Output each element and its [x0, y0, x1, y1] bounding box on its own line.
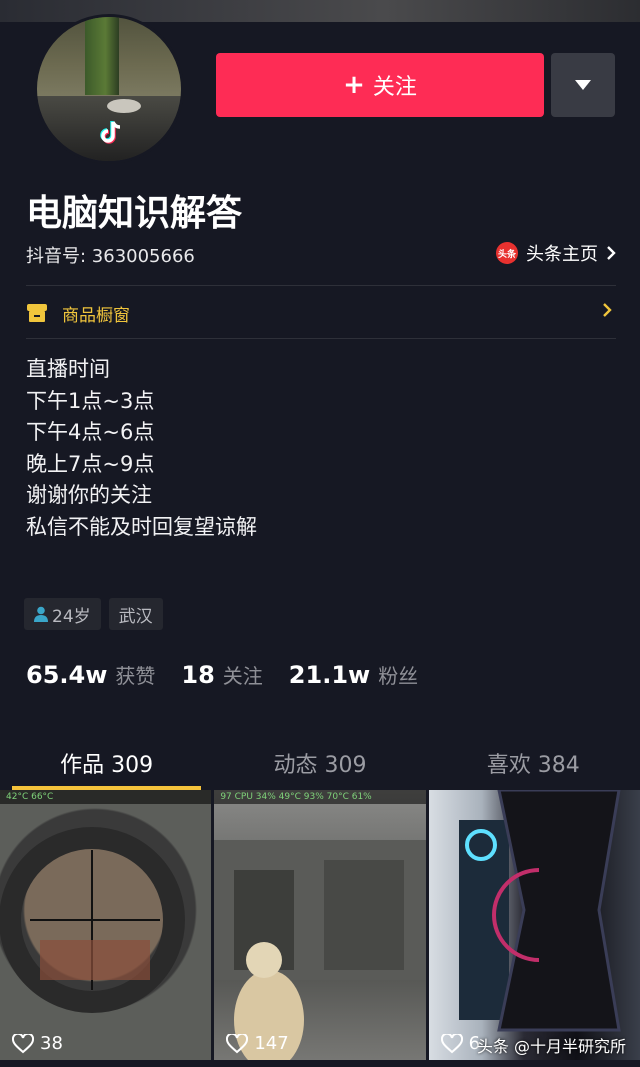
video-likes: 6 [440, 1033, 480, 1054]
video-thumbnail[interactable]: 42°C 66°C 38 [0, 790, 212, 1060]
toutiao-homepage-link[interactable]: 头条 头条主页 [496, 240, 616, 266]
stat-number: 21.1w [288, 661, 371, 689]
video-thumbnail[interactable]: 97 CPU 34% 49°C 93% 70°C 61% 147 [214, 790, 426, 1060]
stat-likes[interactable]: 65.4w 获赞 [26, 660, 155, 689]
divider [26, 285, 616, 286]
follow-button[interactable]: + 关注 [216, 53, 544, 117]
heart-icon [440, 1033, 463, 1053]
likes-count: 147 [254, 1033, 289, 1054]
age-tag: 24岁 [24, 598, 101, 630]
product-showcase-row[interactable]: 商品橱窗 [26, 290, 616, 336]
person-icon [34, 606, 48, 622]
divider [26, 338, 616, 339]
scope-crosshair-graphic [0, 827, 185, 1013]
tab-works[interactable]: 作品 309 [0, 736, 213, 790]
heart-icon [226, 1033, 249, 1053]
game-scene-graphic [214, 840, 426, 1060]
bio-line: 下午4点~6点 [26, 420, 155, 444]
bio-line: 下午1点~3点 [26, 388, 155, 413]
city-tag: 武汉 [108, 598, 163, 630]
bio-line: 直播时间 [26, 357, 110, 381]
profile-tags: 24岁 武汉 [24, 598, 163, 630]
triangle-down-icon [575, 80, 591, 90]
bio-line: 私信不能及时回复望谅解 [26, 514, 257, 539]
tab-posts[interactable]: 动态 309 [213, 736, 426, 790]
pc-case-graphic [458, 790, 621, 1032]
bio-line: 晚上7点~9点 [26, 451, 155, 476]
more-dropdown-button[interactable] [551, 53, 615, 117]
chevron-right-icon [607, 246, 616, 260]
stat-label: 粉丝 [378, 664, 419, 688]
bio-line: 谢谢你的关注 [26, 483, 152, 507]
stat-label: 关注 [222, 664, 263, 688]
douyin-id: 抖音号: 363005666 [26, 246, 195, 267]
video-likes: 38 [12, 1033, 63, 1054]
tab-liked[interactable]: 喜欢 384 [427, 736, 640, 790]
heart-icon [12, 1033, 34, 1053]
toutiao-link-label: 头条主页 [526, 244, 598, 265]
video-thumbnail[interactable]: 6 [428, 790, 640, 1060]
product-showcase-label: 商品橱窗 [62, 305, 130, 326]
profile-tabs: 作品 309 动态 309 喜欢 384 [0, 736, 640, 790]
city-label: 武汉 [118, 606, 153, 627]
profile-bio: 直播时间 下午1点~3点 下午4点~6点 晚上7点~9点 谢谢你的关注 私信不能… [26, 354, 257, 543]
stat-following[interactable]: 18 关注 [181, 660, 262, 689]
stat-label: 获赞 [115, 664, 156, 688]
avatar-pillar [85, 17, 119, 95]
age-label: 24岁 [52, 606, 91, 627]
video-grid: 42°C 66°C 38 97 CPU 34% 49°C 93% 70°C 61… [0, 790, 640, 1060]
stat-number: 18 [181, 661, 215, 689]
plus-icon: + [343, 70, 365, 100]
follow-label: 关注 [372, 75, 417, 100]
chevron-right-icon [603, 303, 612, 317]
watermark: 头条 @十月半研究所 [476, 1037, 626, 1056]
toutiao-badge-icon: 头条 [496, 242, 518, 264]
profile-nickname: 电脑知识解答 [26, 193, 243, 234]
tiktok-logo-icon [100, 121, 121, 144]
stat-followers[interactable]: 21.1w 粉丝 [289, 660, 418, 689]
avatar-cat [107, 99, 141, 113]
shop-icon [27, 304, 47, 322]
profile-stats: 65.4w 获赞 18 关注 21.1w 粉丝 [26, 660, 444, 689]
stat-number: 65.4w [26, 661, 108, 689]
video-likes: 147 [226, 1033, 289, 1054]
likes-count: 38 [40, 1033, 63, 1054]
